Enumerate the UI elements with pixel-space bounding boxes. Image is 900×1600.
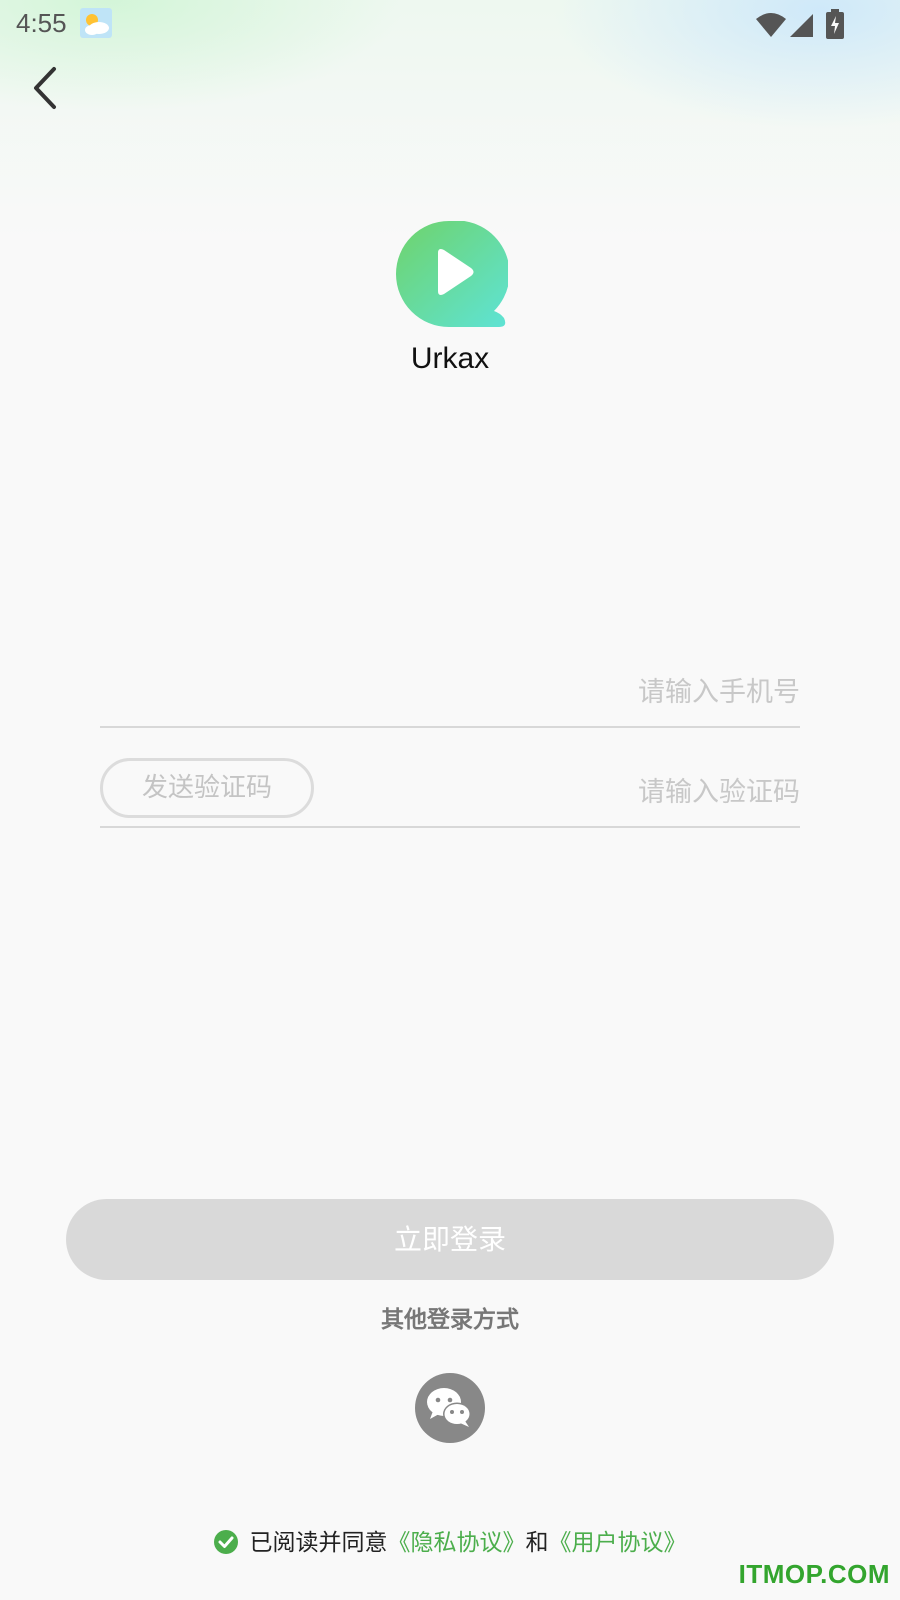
back-button[interactable] — [26, 62, 70, 114]
user-agreement-link[interactable]: 《用户协议》 — [549, 1530, 687, 1556]
app-name: Urkax — [410, 342, 490, 375]
battery-icon — [826, 9, 844, 39]
status-bar: 4:55 — [0, 0, 900, 50]
app-logo — [396, 221, 508, 327]
checkbox-checked-icon[interactable] — [213, 1530, 238, 1554]
phone-input[interactable] — [360, 662, 800, 722]
wifi-icon — [756, 13, 786, 37]
chevron-left-icon — [34, 67, 56, 109]
signal-icon — [790, 14, 813, 37]
watermark: ITMOP.COM — [738, 1559, 890, 1589]
agreement-prefix: 已阅读并同意 — [249, 1530, 388, 1556]
send-code-button[interactable]: 发送验证码 — [100, 758, 314, 818]
verification-code-input[interactable] — [360, 762, 800, 822]
status-time: 4:55 — [16, 8, 67, 38]
privacy-policy-link[interactable]: 《隐私协议》 — [388, 1530, 526, 1556]
wechat-login-button[interactable] — [415, 1373, 485, 1443]
other-login-label: 其他登录方式 — [381, 1307, 519, 1333]
wechat-icon — [427, 1388, 471, 1427]
weather-icon — [80, 8, 112, 38]
agreement-row: 已阅读并同意《隐私协议》和《用户协议》 — [0, 1523, 900, 1557]
code-row: 发送验证码 — [100, 726, 800, 828]
phone-row — [100, 626, 800, 728]
agreement-and: 和 — [525, 1530, 549, 1556]
login-button[interactable]: 立即登录 — [66, 1199, 834, 1280]
